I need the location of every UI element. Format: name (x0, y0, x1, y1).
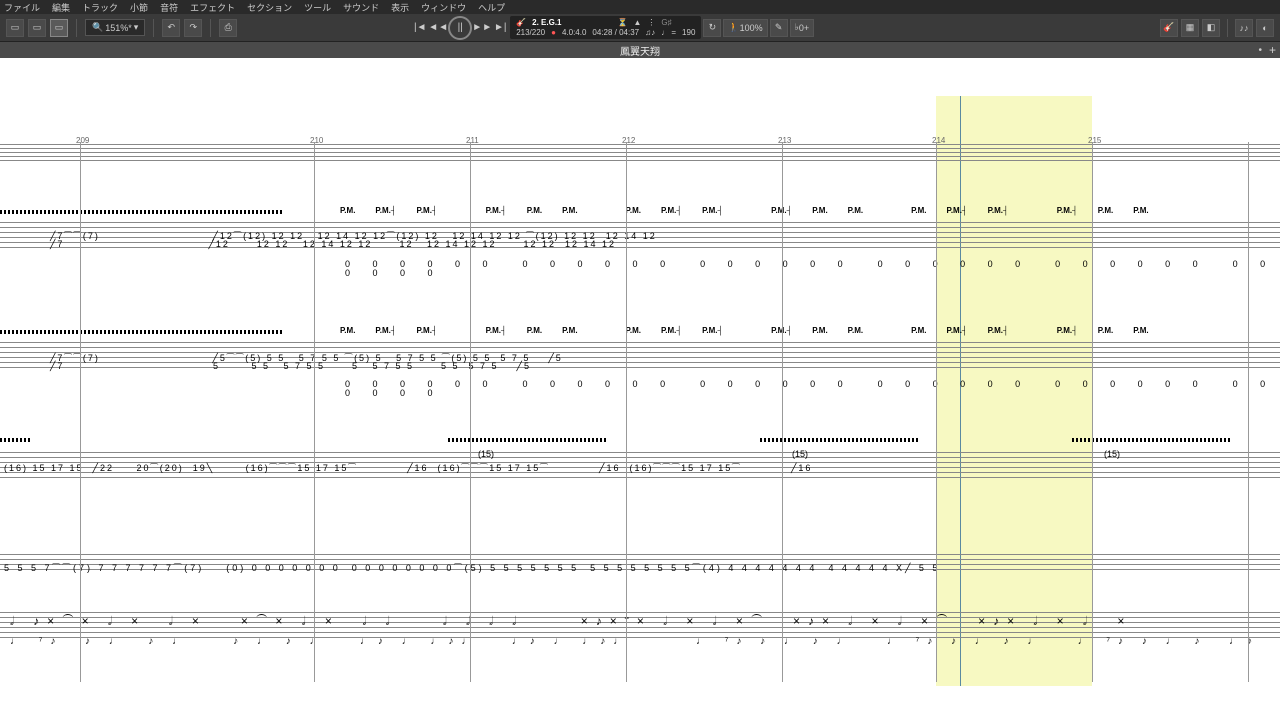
speed-button[interactable]: 🚶 100% (723, 19, 767, 37)
pm-row: P.M.P.M.┤P.M.┤ P.M.┤P.M.P.M. P.M.P.M.┤P.… (340, 206, 1149, 215)
go-start-button[interactable]: |◄ (412, 20, 428, 36)
bar-counter: 213/220 (516, 28, 545, 38)
menu-file[interactable]: ファイル (4, 1, 40, 14)
timer-icon: ⏳ (618, 18, 628, 28)
tremolo-mark (760, 438, 920, 442)
menu-bar-m[interactable]: 小節 (130, 1, 148, 14)
tempo-label: ♩ = (661, 28, 676, 38)
menu-bar: ファイル 編集 トラック 小節 音符 エフェクト セクション ツール サウンド … (0, 0, 1280, 14)
tab-notes-b: ╱7 5 5 5 5 7 5 5 5 5 7 5 5 5 5 5 7 5 ╱5 (50, 362, 531, 371)
view-horizontal-button[interactable]: ▭ (50, 19, 68, 37)
walk-icon: 🚶 (728, 22, 739, 33)
transport-controls: |◄ ◄◄ || ►► ►| 🎸 2. E.G.1 ⏳ ▲ ⋮ G♯ 213/2… (412, 16, 814, 40)
menu-view[interactable]: 表示 (391, 1, 409, 14)
zoom-dropdown[interactable]: 🔍 151%* ▾ (85, 19, 145, 36)
key-label: G♯ (661, 18, 671, 28)
tremolo-mark (0, 438, 30, 442)
view-screen-button[interactable]: ▭ (28, 19, 46, 37)
menu-effect[interactable]: エフェクト (190, 1, 235, 14)
properties-button[interactable]: ◐ (1256, 19, 1274, 37)
tremolo-mark (0, 210, 284, 214)
undo-button[interactable]: ↶ (162, 19, 180, 37)
menu-note[interactable]: 音符 (160, 1, 178, 14)
tremolo-mark (448, 438, 608, 442)
view-page-button[interactable]: ▭ (6, 19, 24, 37)
track-name[interactable]: 2. E.G.1 (532, 18, 561, 28)
metronome-icon[interactable]: ▲ (633, 18, 641, 28)
more-icon[interactable]: ⋮ (647, 18, 655, 28)
document-tab-bar: 鳳翼天翔 • + (0, 42, 1280, 58)
menu-sound[interactable]: サウンド (343, 1, 379, 14)
menu-tools[interactable]: ツール (304, 1, 331, 14)
loop-button[interactable]: ↻ (703, 19, 721, 37)
right-toolbar: 🎸 ▦ ◧ ♪♪ ◐ (1160, 19, 1274, 37)
menu-edit[interactable]: 編集 (52, 1, 70, 14)
transpose-button[interactable]: ♭ 0 + (790, 19, 815, 37)
menu-track[interactable]: トラック (82, 1, 118, 14)
tab-notes: (15) (1104, 450, 1120, 459)
go-end-button[interactable]: ►| (492, 20, 508, 36)
pm-row: P.M.P.M.┤P.M.┤ P.M.┤P.M.P.M. P.M.P.M.┤P.… (340, 326, 1149, 335)
tab-notes: (15) (478, 450, 494, 459)
tremolo-mark (0, 330, 284, 334)
instrument-panel-button[interactable]: 🎸 (1160, 19, 1178, 37)
toolbar: ▭ ▭ ▭ 🔍 151%* ▾ ↶ ↷ ⎙ |◄ ◄◄ || ►► ►| 🎸 2… (0, 14, 1280, 42)
drum-notation-2: ♩ ⁷♪ ♪ ♩ ♪ ♩ ♪ ♩ ♪ ♩ ♩♪ ♩ ♩♪♩ ♩♪ ♩ ♩♪♩ ♩… (10, 636, 1260, 647)
print-button[interactable]: ⎙ (219, 19, 237, 37)
score-canvas[interactable]: 209 210 211 212 213 214 215 P.M.P.M.┤P.M… (0, 58, 1280, 720)
drum-notation: 𝅗𝅥 ♪×⁀× 𝅗𝅥 × 𝅗𝅥 × ×⁀× 𝅗𝅥 × 𝅗𝅥 𝅗𝅥 𝅗𝅥 𝅗𝅥 𝅗… (10, 614, 1132, 629)
tempo-value: 190 (682, 28, 695, 38)
track-icon: 🎸 (516, 18, 526, 28)
tab-notes: 5 5 5 7⁀⁀(7) 7 7 7 7 7 7⁀(7) (0) 0 0 0 0… (4, 564, 940, 573)
search-icon: 🔍 (92, 22, 103, 33)
time-counter: 04:28 / 04:37 (592, 28, 639, 38)
zero-row: 0 0 0 0 0 0 0 0 0 0 0 0 0 0 0 0 0 0 0 0 … (345, 260, 1280, 278)
fretboard-button[interactable]: ▦ (1181, 19, 1199, 37)
redo-button[interactable]: ↷ (184, 19, 202, 37)
close-tab-icon[interactable]: • (1258, 45, 1262, 56)
tab-notes-b: ╱7 ╱12 12 12 12 14 12 12 12 12 14 12 12 … (50, 240, 616, 249)
mixer-button[interactable]: ◧ (1202, 19, 1220, 37)
time-signature: 4.0:4.0 (562, 28, 586, 38)
tab-notes: (15) (792, 450, 808, 459)
menu-window[interactable]: ウィンドウ (421, 1, 466, 14)
transpose-value: 0 (799, 23, 804, 33)
document-tab[interactable]: 鳳翼天翔 (620, 43, 660, 58)
zero-row: 0 0 0 0 0 0 0 0 0 0 0 0 0 0 0 0 0 0 0 0 … (345, 380, 1280, 398)
speed-value: 100% (740, 23, 763, 33)
forward-button[interactable]: ►► (474, 20, 490, 36)
zoom-value: 151%* (105, 23, 132, 33)
tuner-button[interactable]: ♪♪ (1235, 19, 1253, 37)
add-tab-icon[interactable]: + (1269, 43, 1276, 57)
rewind-button[interactable]: ◄◄ (430, 20, 446, 36)
chevron-down-icon: ▾ (134, 22, 139, 33)
tremolo-mark (1072, 438, 1232, 442)
menu-section[interactable]: セクション (247, 1, 292, 14)
play-pause-button[interactable]: || (448, 16, 472, 40)
menu-help[interactable]: ヘルプ (478, 1, 505, 14)
tab-notes: (16) 15 17 15 ╱22 20⁀(20) 19╲ (16)⁀⁀⁀15 … (4, 464, 812, 473)
edit-tool-button[interactable]: ✎ (770, 19, 788, 37)
transport-info: 🎸 2. E.G.1 ⏳ ▲ ⋮ G♯ 213/220 ●4.0:4.0 04:… (510, 16, 701, 39)
